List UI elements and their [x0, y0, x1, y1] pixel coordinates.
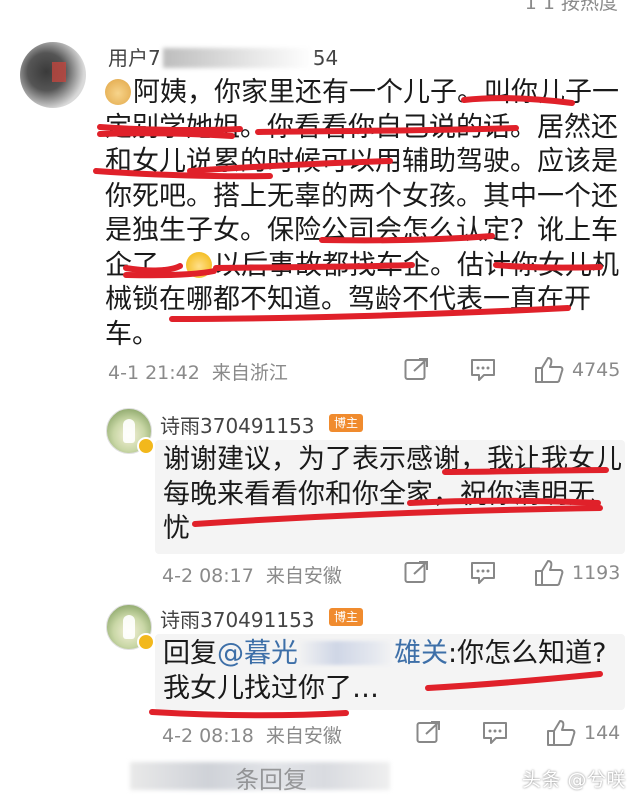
comment-line-1: 阿姨，你家里还有一个儿子。叫你儿子一	[133, 77, 619, 108]
reply2-location: 来自安徽	[265, 725, 342, 747]
reply1-like-count: 1193	[572, 562, 621, 584]
comment-icon	[483, 722, 507, 744]
reply1-share-button[interactable]	[404, 560, 430, 584]
reply2-date: 4-2 08:18	[162, 725, 254, 747]
share-button[interactable]	[404, 357, 430, 381]
reply2-prefix: 回复	[163, 638, 217, 669]
comment-line-2: 定别学她姐。你看看你自己说的话。居然还	[105, 111, 618, 143]
share-icon	[404, 358, 428, 380]
reply1-date: 4-2 08:17	[162, 565, 254, 587]
share-icon	[404, 561, 428, 583]
comment-button[interactable]	[469, 358, 497, 382]
reply2-username[interactable]: 诗雨370491153	[160, 604, 315, 633]
doge-emoji-icon	[105, 79, 131, 105]
reply2-rest: :你怎么知道?	[448, 638, 607, 669]
username-blur	[162, 48, 313, 68]
verified-badge-icon	[137, 633, 155, 651]
like-icon	[547, 720, 576, 746]
commenter-avatar[interactable]	[20, 42, 86, 108]
like-icon	[535, 560, 564, 586]
blogger-badge-2: 博主	[329, 608, 364, 626]
reply2-meta: 4-2 08:18 来自安徽	[162, 721, 342, 748]
comment-icon	[471, 359, 495, 381]
reply2-like-count: 144	[584, 722, 621, 744]
reply1-comment-button[interactable]	[469, 561, 497, 585]
comment-location: 来自浙江	[211, 362, 288, 384]
reply1-line-2: 每晚来看看你和你全家，祝你清明无	[163, 478, 595, 510]
sort-by-hot-label[interactable]: 1 1 按热度	[525, 0, 618, 15]
like-icon	[535, 357, 564, 383]
reply2-comment-button[interactable]	[481, 721, 509, 745]
reply1-line-3: 忧	[163, 513, 190, 544]
comment-line-8: 车。	[105, 318, 159, 350]
comment-line-3: 和女儿说累的时候可以用辅助驾驶。应该是	[105, 146, 618, 177]
reply2-text: 回复@暮光 雄关:你怎么知道? 我女儿找过你了…	[163, 637, 623, 706]
comment-line-4: 你死吧。搭上无辜的两个女孩。其中一个还	[105, 180, 618, 212]
toutiao-watermark: 头条 @兮咲	[521, 769, 626, 791]
comment-line-6b: 以后事故都找车企。估计你女儿机	[214, 249, 619, 281]
comment-meta: 4-1 21:42 来自浙江	[108, 358, 288, 385]
blogger-badge: 博主	[329, 414, 364, 432]
verified-badge-icon	[137, 437, 155, 455]
reply1-location: 来自安徽	[265, 565, 342, 587]
reply2-like-button[interactable]: 144	[546, 719, 620, 747]
reply1-like-button[interactable]: 1193	[534, 559, 620, 587]
reply2-share-button[interactable]	[416, 720, 442, 744]
reply1-text: 谢谢建议，为了表示感谢，我让我女儿 每晚来看看你和你全家，祝你清明无 忧	[163, 443, 623, 547]
comment-line-5: 是独生子女。保险公司会怎么认定？讹上车	[105, 215, 618, 246]
more-replies-label[interactable]: 条回复	[235, 760, 307, 795]
reply1-username[interactable]: 诗雨370491153	[160, 410, 315, 439]
share-icon	[416, 721, 440, 743]
like-button[interactable]: 4745	[534, 356, 620, 384]
reply1-meta: 4-2 08:17 来自安徽	[162, 561, 342, 588]
reply2-line-2: 我女儿找过你了…	[163, 672, 379, 704]
crying-laugh-emoji-icon	[186, 251, 212, 278]
comment-text: 阿姨，你家里还有一个儿子。叫你儿子一 定别学她姐。你看看你自己说的话。居然还 和…	[105, 76, 625, 352]
like-count: 4745	[572, 359, 621, 381]
comment-icon	[471, 562, 495, 584]
reply2-mention-end[interactable]: 雄关	[394, 638, 448, 669]
reply1-line-1: 谢谢建议，为了表示感谢，我让我女儿	[163, 444, 622, 475]
commenter-username[interactable]: 用户7 54	[108, 42, 338, 71]
comment-line-7: 械锁在哪都不知道。驾龄不代表一直在开	[105, 284, 591, 315]
comment-date: 4-1 21:42	[108, 362, 200, 384]
comment-line-6a: 企了。	[105, 249, 186, 281]
reply2-mention-start[interactable]: @暮光	[217, 638, 298, 669]
mention-blur	[298, 641, 394, 665]
